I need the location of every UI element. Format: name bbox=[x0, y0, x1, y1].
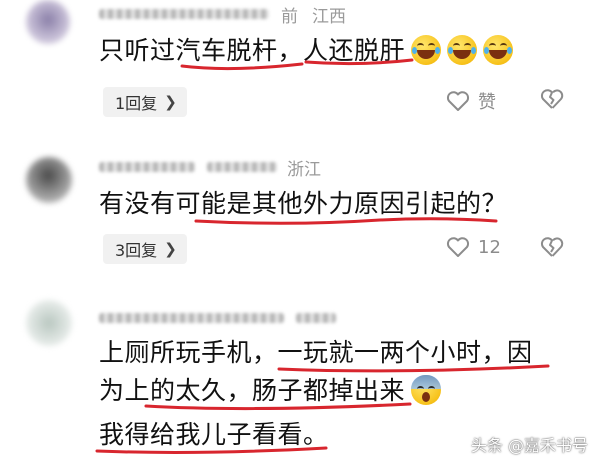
watermark-text: 头条 @嘉禾书号 bbox=[470, 436, 588, 455]
highlight-underline bbox=[95, 364, 550, 454]
